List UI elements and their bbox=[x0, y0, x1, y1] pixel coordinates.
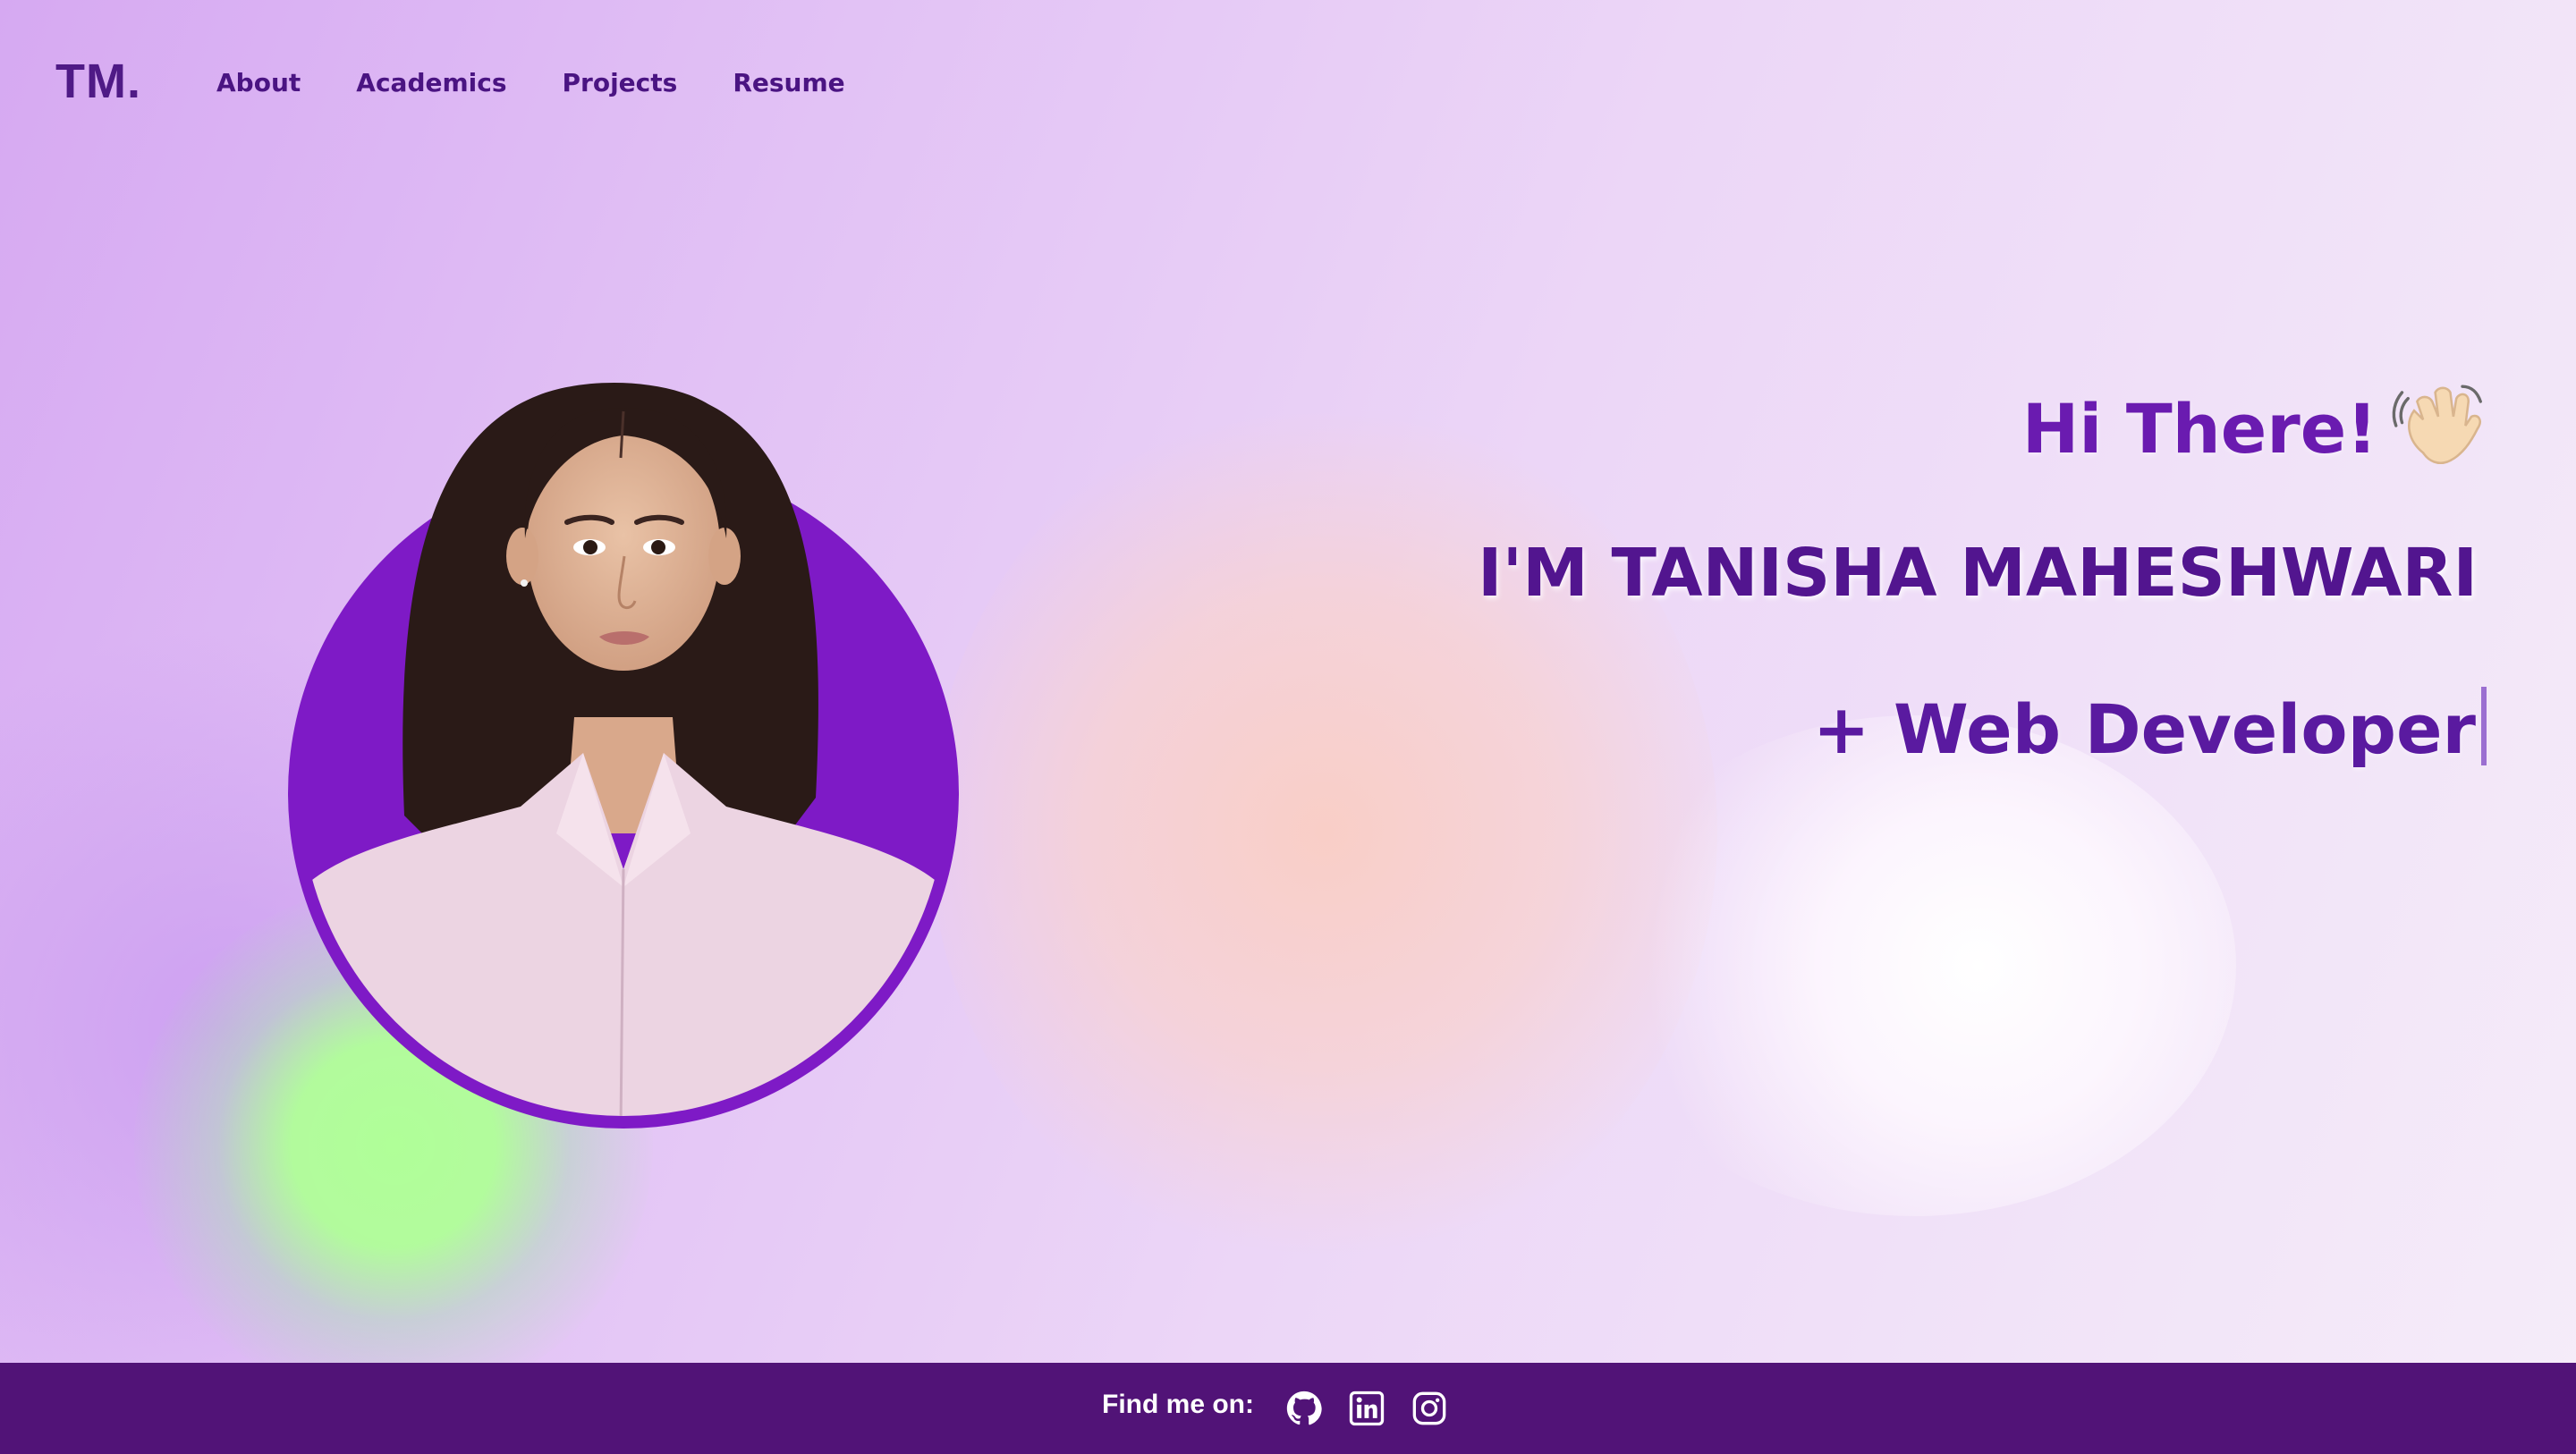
linkedin-icon[interactable] bbox=[1349, 1391, 1385, 1426]
nav-link-academics[interactable]: Academics bbox=[356, 68, 506, 97]
navbar: TM. About Academics Projects Resume bbox=[0, 0, 2576, 170]
waving-hand-icon bbox=[2390, 377, 2487, 490]
greeting-line: Hi There! bbox=[2022, 377, 2487, 490]
profile-portrait bbox=[288, 333, 959, 1129]
role-line: + Web Developer bbox=[1813, 687, 2487, 769]
white-blob bbox=[1592, 715, 2236, 1216]
site-logo[interactable]: TM. bbox=[55, 54, 141, 109]
hero-role: + Web Developer bbox=[1812, 689, 2476, 769]
github-icon[interactable] bbox=[1286, 1391, 1322, 1426]
nav-links: About Academics Projects Resume bbox=[216, 68, 845, 97]
peach-blob bbox=[930, 393, 1717, 1270]
footer: Find me on: bbox=[0, 1363, 2576, 1454]
nav-link-resume[interactable]: Resume bbox=[733, 68, 844, 97]
instagram-icon[interactable] bbox=[1411, 1391, 1447, 1426]
nav-link-projects[interactable]: Projects bbox=[563, 68, 678, 97]
hero-name: I'M TANISHA MAHESHWARI bbox=[1477, 535, 2478, 612]
greeting-text: Hi There! bbox=[2021, 389, 2377, 469]
footer-social: Find me on: bbox=[1102, 1390, 1447, 1426]
nav-link-about[interactable]: About bbox=[216, 68, 301, 97]
typing-caret bbox=[2481, 687, 2487, 765]
profile-photo bbox=[301, 383, 946, 1116]
find-me-label: Find me on: bbox=[1102, 1390, 1254, 1419]
